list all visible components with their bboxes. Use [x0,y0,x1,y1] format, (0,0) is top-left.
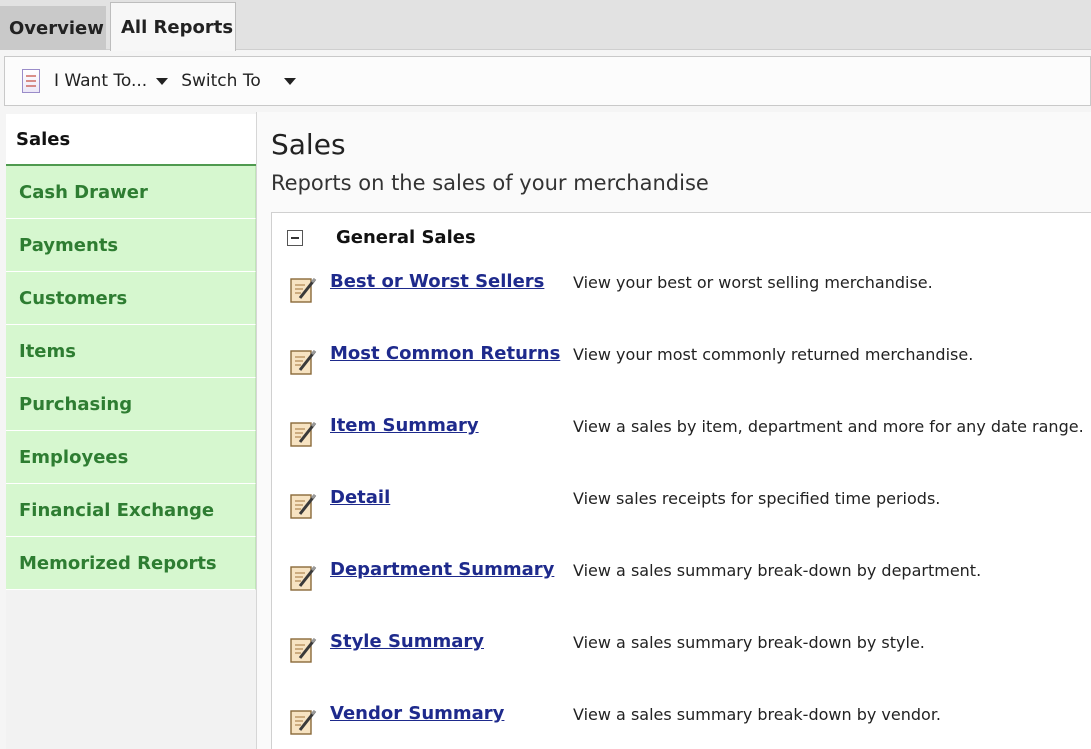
report-edit-icon [290,277,317,303]
report-row: Style Summary View a sales summary break… [288,629,1091,669]
sidebar-item-items[interactable]: Items [6,325,256,378]
page-subtitle: Reports on the sales of your merchandise [271,171,709,195]
toolbar: I Want To... Switch To [4,56,1091,106]
report-description: View a sales summary break-down by depar… [573,561,982,580]
chevron-down-icon[interactable] [283,77,296,85]
report-description: View sales receipts for specified time p… [573,489,941,508]
report-row: Vendor Summary View a sales summary brea… [288,701,1091,741]
report-description: View your most commonly returned merchan… [573,345,974,364]
report-edit-icon [290,637,317,663]
report-row: Department Summary View a sales summary … [288,557,1091,597]
report-description: View your best or worst selling merchand… [573,273,933,292]
report-row: Detail View sales receipts for specified… [288,485,1091,525]
switch-to-menu[interactable]: Switch To [181,71,261,91]
page-title: Sales [271,128,346,161]
i-want-to-menu[interactable]: I Want To... [54,71,147,91]
main-content: Sales Reports on the sales of your merch… [256,112,1091,749]
style-summary-link[interactable]: Style Summary [330,631,484,652]
detail-link[interactable]: Detail [330,487,390,508]
best-or-worst-sellers-link[interactable]: Best or Worst Sellers [330,271,544,292]
report-edit-icon [290,493,317,519]
report-row: Most Common Returns View your most commo… [288,341,1091,381]
item-summary-link[interactable]: Item Summary [330,415,479,436]
report-description: View a sales summary break-down by style… [573,633,925,652]
sidebar-item-sales[interactable]: Sales [6,114,256,166]
report-edit-icon [290,421,317,447]
report-edit-icon [290,349,317,375]
report-edit-icon [290,565,317,591]
sidebar-item-purchasing[interactable]: Purchasing [6,378,256,431]
report-panel: General Sales Best or Worst Sellers View… [271,212,1091,749]
report-row: Best or Worst Sellers View your best or … [288,269,1091,309]
collapse-icon[interactable] [287,230,303,246]
sidebar-item-payments[interactable]: Payments [6,219,256,272]
sidebar-item-cash-drawer[interactable]: Cash Drawer [6,166,256,219]
tab-strip: Overview All Reports [0,0,1091,51]
sidebar-item-customers[interactable]: Customers [6,272,256,325]
department-summary-link[interactable]: Department Summary [330,559,554,580]
sidebar: Sales Cash Drawer Payments Customers Ite… [6,114,256,749]
report-row: Item Summary View a sales by item, depar… [288,413,1091,453]
sidebar-item-memorized-reports[interactable]: Memorized Reports [6,537,256,590]
report-description: View a sales summary break-down by vendo… [573,705,942,724]
vendor-summary-link[interactable]: Vendor Summary [330,703,504,724]
tab-overview[interactable]: Overview [0,6,106,50]
most-common-returns-link[interactable]: Most Common Returns [330,343,560,364]
tab-all-reports[interactable]: All Reports [110,2,236,51]
section-title: General Sales [336,227,476,248]
sidebar-item-employees[interactable]: Employees [6,431,256,484]
report-description: View a sales by item, department and mor… [573,417,1084,436]
chevron-down-icon[interactable] [156,77,169,85]
report-list-icon [22,69,40,93]
report-edit-icon [290,709,317,735]
sidebar-item-financial-exchange[interactable]: Financial Exchange [6,484,256,537]
